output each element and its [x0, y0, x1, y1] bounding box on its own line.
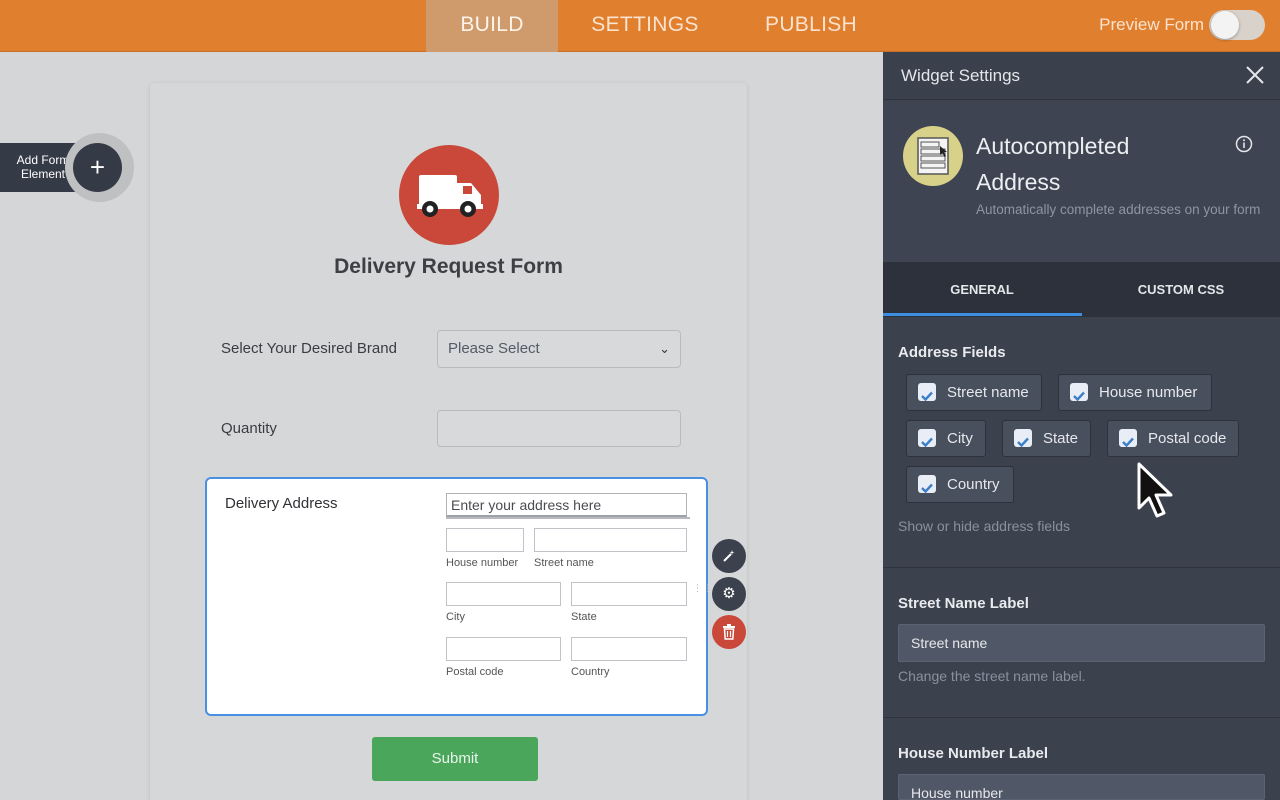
submit-button[interactable]: Submit: [372, 737, 538, 781]
section-divider: [883, 567, 1280, 568]
state-input[interactable]: [571, 582, 687, 606]
address-fields-heading: Address Fields: [898, 344, 1006, 361]
country-sublabel: Country: [571, 666, 610, 678]
section-divider: [883, 717, 1280, 718]
checkbox-label: Street name: [947, 384, 1029, 401]
address-search-input[interactable]: Enter your address here: [446, 493, 687, 517]
house-number-input[interactable]: [446, 528, 524, 552]
chevron-down-icon: ⌄: [659, 341, 670, 356]
checkbox-label: Country: [947, 476, 1000, 493]
address-widget-icon: [903, 126, 963, 186]
checkbox-postal-code[interactable]: Postal code: [1107, 420, 1239, 457]
toggle-knob: [1211, 11, 1239, 39]
quantity-label: Quantity: [221, 420, 277, 437]
street-name-input[interactable]: [534, 528, 687, 552]
checkmark-icon: [918, 429, 936, 448]
drag-handle-icon[interactable]: ⋮⋮: [693, 584, 712, 607]
brand-select[interactable]: Please Select ⌄: [437, 330, 681, 368]
checkbox-state[interactable]: State: [1002, 420, 1091, 457]
preview-form-label: Preview Form: [1099, 15, 1204, 34]
tab-custom-css[interactable]: CUSTOM CSS: [1082, 262, 1280, 317]
house-number-label-input[interactable]: House number: [898, 774, 1265, 800]
plus-icon[interactable]: +: [73, 143, 122, 192]
checkbox-country[interactable]: Country: [906, 466, 1014, 503]
tab-settings[interactable]: SETTINGS: [578, 0, 712, 52]
address-input-underline: [446, 517, 690, 519]
address-label: Delivery Address: [225, 495, 338, 512]
delivery-truck-icon: [399, 145, 499, 245]
tab-build[interactable]: BUILD: [426, 0, 558, 52]
widget-name: Autocompleted Address: [976, 133, 1130, 195]
checkbox-label: House number: [1099, 384, 1198, 401]
city-input[interactable]: [446, 582, 561, 606]
tab-general[interactable]: GENERAL: [883, 262, 1081, 317]
form-title: Delivery Request Form: [334, 255, 563, 278]
widget-description: Automatically complete addresses on your…: [976, 202, 1261, 217]
house-number-label-heading: House Number Label: [898, 745, 1049, 762]
info-icon[interactable]: [1235, 135, 1253, 153]
country-input[interactable]: [571, 637, 687, 661]
gear-icon[interactable]: ⚙: [712, 577, 746, 611]
checkbox-label: City: [947, 430, 973, 447]
postal-code-input[interactable]: [446, 637, 561, 661]
street-name-label-input[interactable]: Street name: [898, 624, 1265, 662]
panel-title: Widget Settings: [901, 66, 1021, 85]
quantity-input[interactable]: [437, 410, 681, 447]
checkbox-street-name[interactable]: Street name: [906, 374, 1042, 411]
brand-label: Select Your Desired Brand: [221, 340, 397, 357]
checkmark-icon: [1014, 429, 1032, 448]
checkbox-label: Postal code: [1148, 430, 1227, 447]
active-tab-indicator: [883, 313, 1082, 316]
checkmark-icon: [918, 475, 936, 494]
postal-code-sublabel: Postal code: [446, 666, 504, 678]
street-name-sublabel: Street name: [534, 557, 594, 569]
checkbox-label: State: [1043, 430, 1079, 447]
trash-icon[interactable]: [712, 615, 746, 649]
wand-icon[interactable]: [712, 539, 746, 573]
checkbox-city[interactable]: City: [906, 420, 986, 457]
brand-select-value: Please Select: [448, 340, 540, 357]
checkbox-house-number[interactable]: House number: [1058, 374, 1212, 411]
city-sublabel: City: [446, 611, 465, 623]
state-sublabel: State: [571, 611, 597, 623]
tab-publish[interactable]: PUBLISH: [746, 0, 876, 52]
close-icon[interactable]: [1244, 64, 1266, 86]
mouse-pointer-icon: [1136, 462, 1184, 522]
preview-form-toggle[interactable]: [1209, 10, 1265, 40]
street-name-label-hint: Change the street name label.: [898, 668, 1086, 684]
street-name-label-heading: Street Name Label: [898, 595, 1029, 612]
checkmark-icon: [1070, 383, 1088, 402]
house-number-sublabel: House number: [446, 557, 519, 569]
address-fields-hint: Show or hide address fields: [898, 518, 1070, 534]
checkmark-icon: [1119, 429, 1137, 448]
checkmark-icon: [918, 383, 936, 402]
